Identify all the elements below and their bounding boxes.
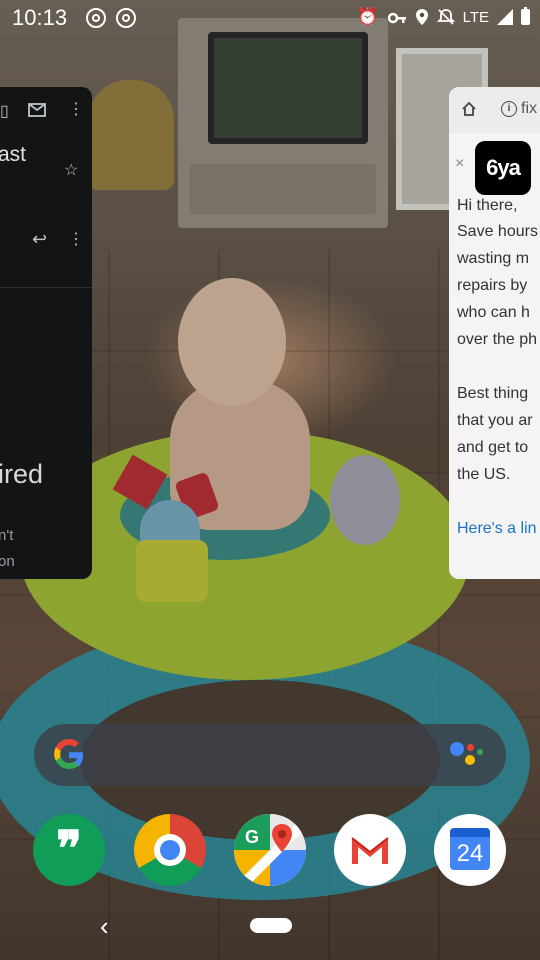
home-icon[interactable] (461, 101, 477, 117)
google-search-bar[interactable] (34, 724, 506, 786)
page-text-line: the US. (457, 466, 511, 483)
star-icon[interactable]: ☆ (64, 160, 78, 180)
svg-text:G: G (245, 827, 259, 847)
google-g-icon (54, 739, 83, 769)
calendar-date: 24 (456, 840, 484, 867)
alarm-icon: ⏰ (357, 7, 379, 26)
hangouts-icon[interactable]: ❞ (33, 814, 105, 886)
email-heading-fragment: ired (0, 459, 44, 489)
gmail-icon[interactable] (334, 814, 406, 886)
card-toolbar: ▯ ⋮ (0, 87, 92, 133)
status-bar: 10:13 ⏰ LTE (0, 0, 540, 36)
page-text-line: wasting m (457, 250, 530, 267)
notification-ring-icon (86, 8, 106, 28)
6ya-logo: 6ya (475, 141, 531, 195)
more-vert-icon[interactable]: ⋮ (68, 229, 84, 249)
url-text: fix (521, 100, 537, 117)
home-pill-button[interactable] (250, 918, 292, 933)
page-link[interactable]: Here's a lin (457, 520, 537, 538)
info-icon[interactable]: i (501, 101, 517, 117)
back-button[interactable]: ‹ (100, 912, 124, 940)
mail-icon[interactable] (28, 103, 46, 117)
trash-icon[interactable]: ▯ (0, 101, 9, 121)
google-assistant-icon[interactable] (450, 742, 483, 770)
email-text-fragment: n't (0, 527, 14, 544)
page-text-line: who can h (457, 304, 530, 321)
notification-ring-icon (116, 8, 136, 28)
url-bar[interactable]: i fix (449, 87, 540, 133)
page-text-line: that you ar (457, 412, 533, 429)
page-text-line: and get to (457, 439, 529, 456)
chrome-icon[interactable] (134, 814, 206, 886)
page-text-line: Hi there, (457, 197, 518, 214)
reply-icon[interactable]: ↩ (32, 229, 47, 250)
do-not-disturb-icon (436, 9, 455, 25)
location-icon (415, 9, 428, 25)
calendar-icon[interactable]: 24 (434, 814, 506, 886)
vpn-key-icon (387, 12, 406, 24)
divider (0, 287, 92, 288)
more-vert-icon[interactable]: ⋮ (68, 99, 84, 119)
email-subject-fragment: ast (0, 143, 27, 166)
recent-app-card-gmail[interactable]: ▯ ⋮ ast ☆ ↩ ⋮ ired n't on paying (0, 87, 92, 579)
page-text-line: Save hours (457, 223, 538, 240)
page-text-line: repairs by (457, 277, 528, 294)
maps-icon[interactable]: G (234, 814, 306, 886)
network-type: LTE (462, 8, 489, 26)
recent-app-card-chrome[interactable]: i fix × 6ya Hi there, Save hours wasting… (449, 87, 540, 579)
email-text-fragment: on (0, 553, 15, 570)
page-text-line: over the ph (457, 331, 538, 348)
battery-icon (521, 7, 530, 25)
signal-icon (497, 9, 513, 25)
page-text-line: Best thing (457, 385, 529, 402)
close-icon[interactable]: × (455, 155, 464, 173)
status-time: 10:13 (12, 5, 68, 30)
